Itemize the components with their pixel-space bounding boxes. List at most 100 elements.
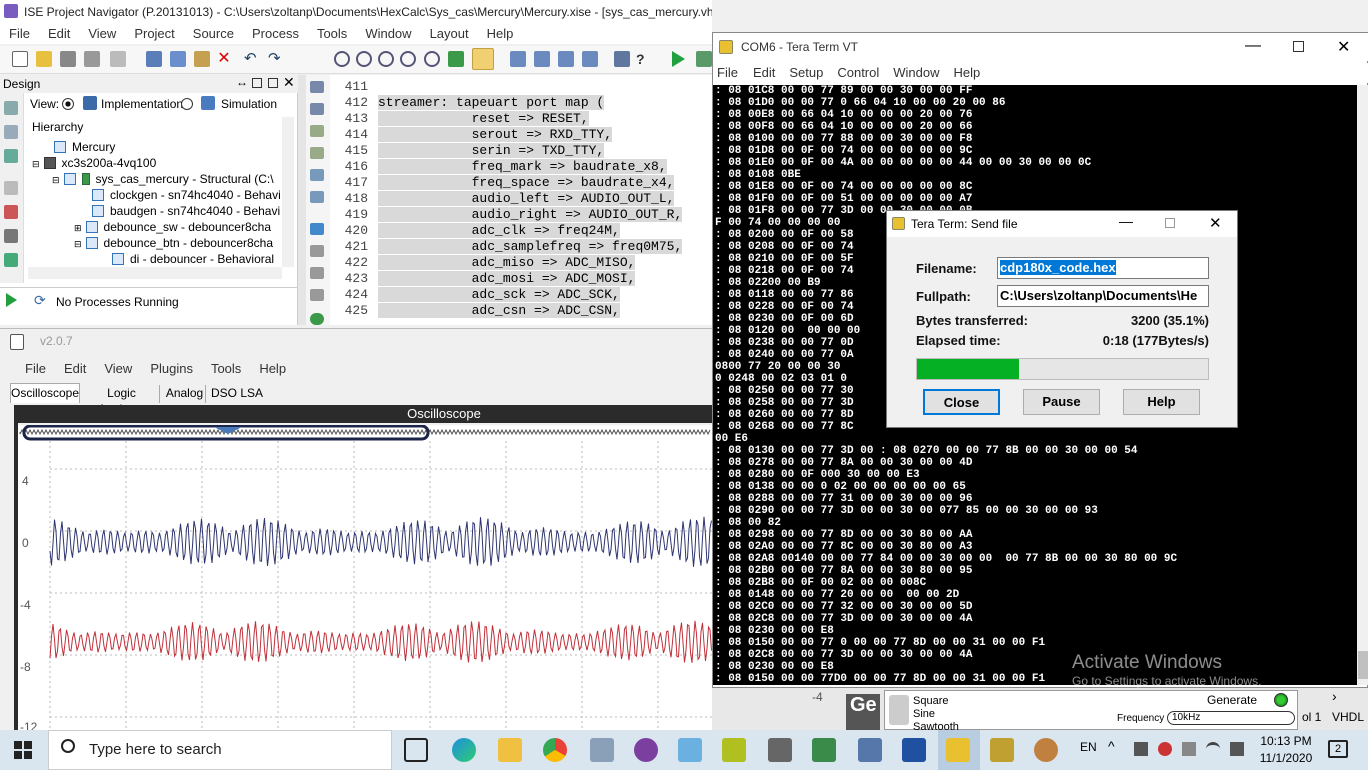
tab-dso-lsa[interactable]: DSO LSA [210, 385, 264, 403]
tree-item-di[interactable]: di - debouncer - Behavioral [112, 251, 274, 267]
close-icon[interactable]: ✕ [1337, 37, 1350, 57]
osc-menu-tools[interactable]: Tools [202, 359, 250, 379]
ise-menu-project[interactable]: Project [125, 24, 183, 44]
ise-menu-source[interactable]: Source [184, 24, 243, 44]
implementation-radio[interactable] [62, 98, 74, 110]
simulation-label[interactable]: Simulation [221, 97, 277, 111]
tray-alert-icon[interactable] [1158, 742, 1172, 756]
app-graph-icon[interactable] [990, 738, 1014, 762]
clock-date[interactable]: 11/1/2020 [1256, 751, 1316, 765]
highlight-icon[interactable] [472, 48, 494, 70]
app-blue-icon[interactable] [678, 738, 702, 762]
edge-icon[interactable] [452, 738, 476, 762]
tree-item-debounce-btn[interactable]: ⊟ debounce_btn - debouncer8cha [74, 235, 273, 251]
tree-item-project[interactable]: Mercury [54, 139, 115, 155]
tools3-icon[interactable] [310, 289, 324, 301]
frequency-input[interactable]: 10kHz [1167, 711, 1295, 725]
osc-menu-view[interactable]: View [95, 359, 141, 379]
zoom-full-icon[interactable] [400, 51, 416, 67]
libraries-icon[interactable] [4, 149, 18, 163]
comment-icon[interactable] [310, 125, 324, 137]
paste-icon[interactable] [194, 51, 210, 67]
zoom-fit-icon[interactable] [378, 51, 394, 67]
template-icon[interactable] [310, 223, 324, 235]
osc-menu-plugins[interactable]: Plugins [141, 359, 202, 379]
collapse-icon[interactable]: ⊟ [52, 175, 60, 185]
term-menu-file[interactable]: File [713, 63, 746, 83]
file-explorer-icon[interactable] [498, 738, 522, 762]
remove-source-icon[interactable] [4, 205, 18, 219]
generate-led-icon[interactable] [1274, 693, 1288, 707]
uncomment-icon[interactable] [310, 147, 324, 159]
snapshot-icon[interactable] [4, 125, 18, 139]
waveform-square[interactable]: Square [913, 695, 948, 707]
app-chart-icon[interactable] [812, 738, 836, 762]
zoom-out-icon[interactable] [356, 51, 372, 67]
ise-menu-view[interactable]: View [79, 24, 125, 44]
dialog-minimize-icon[interactable]: — [1119, 213, 1133, 229]
run-process-icon[interactable] [6, 293, 17, 307]
calculator-icon[interactable] [858, 738, 882, 762]
tools-icon[interactable] [310, 245, 324, 257]
paint-icon[interactable] [1034, 738, 1058, 762]
ise-menu-process[interactable]: Process [243, 24, 308, 44]
wifi-icon[interactable] [1206, 742, 1220, 756]
ise-menu-tools[interactable]: Tools [308, 24, 356, 44]
panel-close-icon[interactable]: ✕ [283, 74, 295, 91]
tray-chevron-icon[interactable]: ^ [1108, 738, 1115, 754]
app-cat-icon[interactable] [634, 738, 658, 762]
help-button[interactable]: Help [1123, 389, 1200, 415]
osc-chart[interactable] [18, 425, 712, 730]
simulation-radio[interactable] [181, 98, 193, 110]
term-menu-control[interactable]: Control [830, 63, 886, 83]
sources-icon[interactable] [4, 101, 18, 115]
fullpath-field[interactable]: C:\Users\zoltanp\Documents\He [997, 285, 1209, 307]
osc-menu-edit[interactable]: Edit [55, 359, 95, 379]
bookmark-icon[interactable] [310, 169, 324, 181]
save-all-icon[interactable] [84, 51, 100, 67]
language-indicator[interactable]: EN [1080, 740, 1097, 754]
copy-icon[interactable] [170, 51, 186, 67]
tree-item-baudgen[interactable]: baudgen - sn74hc4040 - Behavi [92, 203, 280, 219]
term-menu-help[interactable]: Help [947, 63, 988, 83]
maximize-icon[interactable] [1293, 41, 1304, 52]
ise-menu-layout[interactable]: Layout [421, 24, 478, 44]
collapse-icon[interactable]: ⊟ [32, 159, 40, 169]
notification-center-icon[interactable]: 2 [1328, 740, 1348, 758]
collapse-icon[interactable]: ⊟ [74, 239, 82, 249]
save-icon[interactable] [60, 51, 76, 67]
add-source-icon[interactable] [4, 181, 18, 195]
print-icon[interactable] [110, 51, 126, 67]
app-doc-icon[interactable] [902, 738, 926, 762]
window-tile-v-icon[interactable] [558, 51, 574, 67]
tree-item-clockgen[interactable]: clockgen - sn74hc4040 - Behavi [92, 187, 281, 203]
pause-button[interactable]: Pause [1023, 389, 1100, 415]
redo-icon[interactable]: ↷ [268, 51, 284, 67]
waveform-sine[interactable]: Sine [913, 708, 935, 720]
zoom-in-icon[interactable] [334, 51, 350, 67]
chevron-right-icon[interactable]: › [1332, 688, 1337, 704]
splitter[interactable] [298, 75, 306, 325]
ise-menu-help[interactable]: Help [478, 24, 523, 44]
osc-menu-file[interactable]: File [16, 359, 55, 379]
tree-item-debounce-sw[interactable]: ⊞ debounce_sw - debouncer8cha [74, 219, 271, 235]
term-menu-edit[interactable]: Edit [746, 63, 782, 83]
minimize-icon[interactable]: — [1245, 37, 1261, 55]
check-syntax-icon[interactable] [310, 313, 324, 325]
osc-menu-help[interactable]: Help [250, 359, 295, 379]
tray-network-icon[interactable] [1134, 742, 1148, 756]
dialog-close-icon[interactable]: ✕ [1209, 214, 1222, 232]
tree-item-top[interactable]: ⊟ sys_cas_mercury - Structural (C:\ [52, 171, 274, 187]
clock-time[interactable]: 10:13 PM [1256, 734, 1316, 748]
code-editor[interactable]: 411 412 streamer: tapeuart port map ( 413… [330, 75, 712, 325]
goto-icon[interactable] [310, 191, 324, 203]
undo-icon[interactable]: ↶ [244, 51, 260, 67]
xilinx-icon[interactable] [722, 738, 746, 762]
teraterm-taskbar-icon[interactable] [946, 738, 970, 762]
window-list-icon[interactable] [582, 51, 598, 67]
tray-cloud-icon[interactable] [1182, 742, 1196, 756]
panel-restore-icon[interactable] [252, 78, 262, 88]
implementation-label[interactable]: Implementation [101, 97, 183, 111]
outdent-icon[interactable] [310, 103, 324, 115]
expand-icon[interactable]: ⊞ [74, 223, 82, 233]
